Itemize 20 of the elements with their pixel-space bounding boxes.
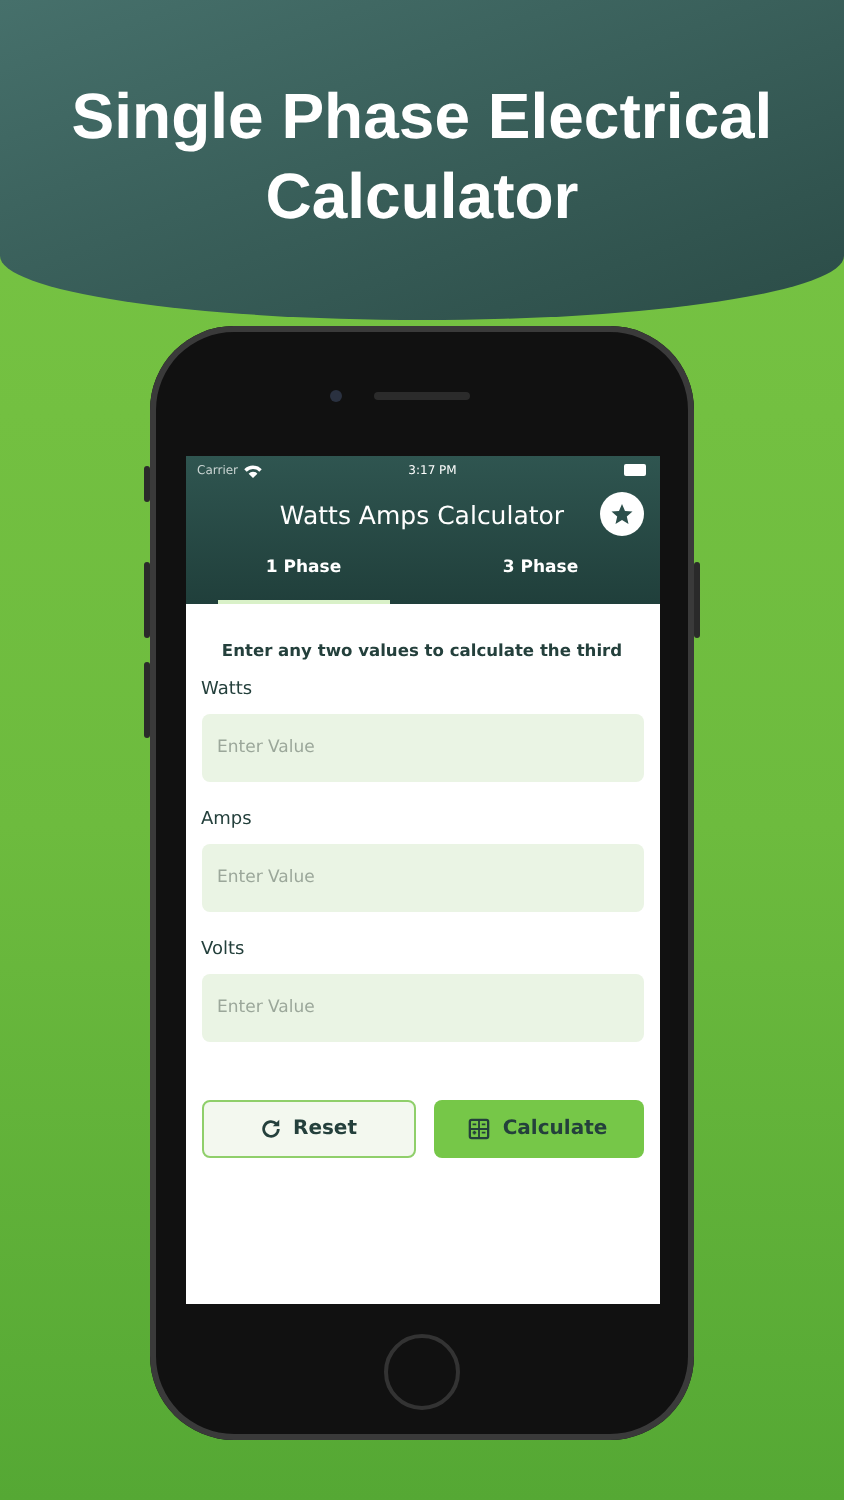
star-icon [609, 502, 633, 526]
wifi-icon [244, 463, 263, 477]
field-label: Watts [201, 680, 255, 704]
instruction-text: Enter any two values to calculate the third [219, 640, 625, 660]
favorite-button[interactable] [599, 492, 643, 536]
field-label: Volts [201, 940, 247, 964]
tab[interactable]: 3 Phase [454, 546, 627, 604]
screen-title: Watts Amps Calculator [279, 500, 565, 530]
calculator-icon [468, 1118, 491, 1140]
headline: Single Phase Electrical Calculator [69, 78, 775, 236]
field-label: Amps [201, 810, 254, 834]
input-field[interactable]: Enter Value [201, 714, 643, 782]
tab[interactable]: 1 Phase [217, 546, 390, 604]
input-field[interactable]: Enter Value [201, 974, 643, 1042]
battery-icon [623, 464, 647, 476]
calculate-button[interactable]: Calculate [433, 1100, 643, 1158]
reset-button[interactable]: Reset [201, 1100, 415, 1158]
input-field[interactable]: Enter Value [201, 844, 643, 912]
refresh-icon [259, 1118, 281, 1140]
camera-icon [330, 390, 342, 402]
